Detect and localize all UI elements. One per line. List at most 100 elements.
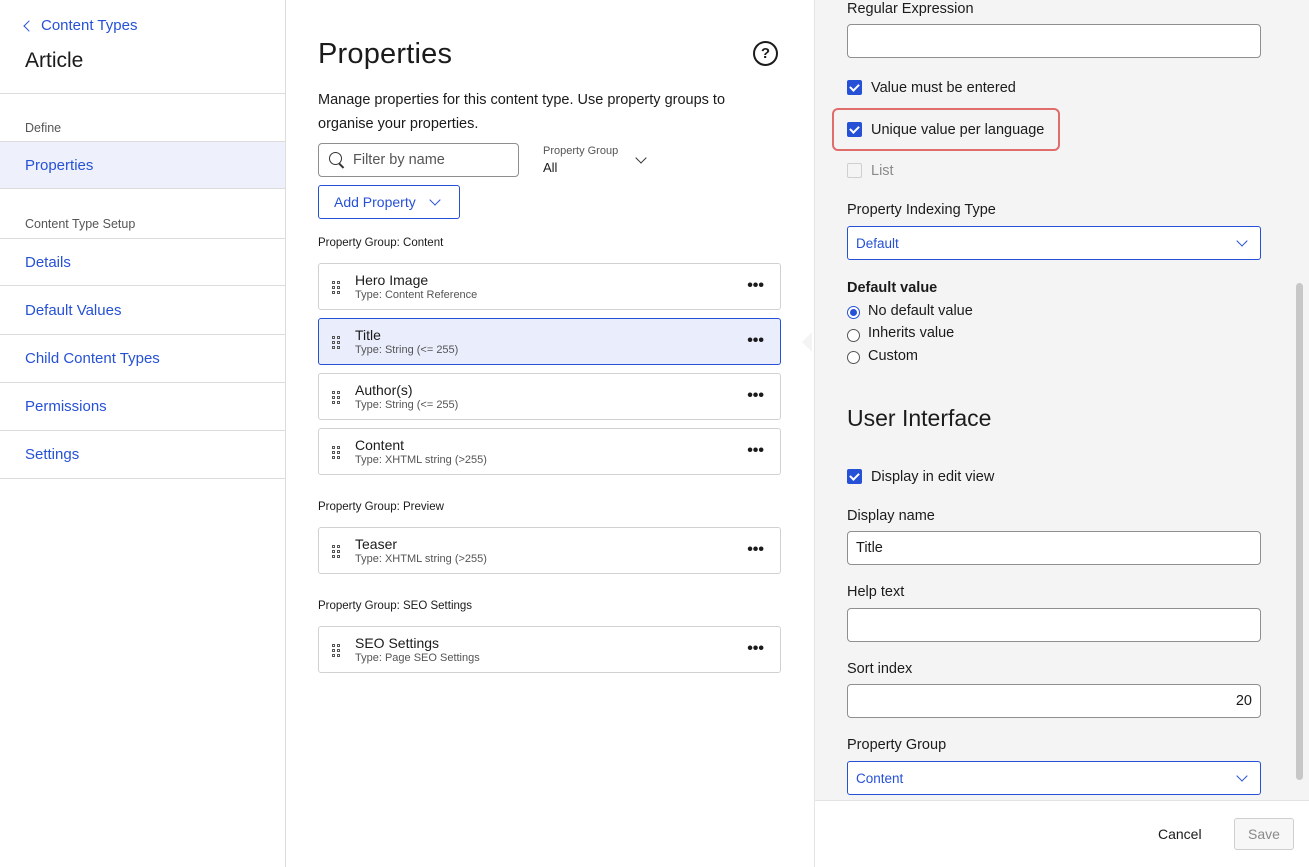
indexing-type-label: Property Indexing Type — [847, 202, 996, 218]
value-required-label: Value must be entered — [871, 80, 1016, 96]
radio-label: No default value — [868, 303, 973, 319]
ellipsis-icon[interactable]: ••• — [747, 278, 764, 294]
property-type: Type: Page SEO Settings — [355, 652, 480, 664]
filter-by-name-input[interactable] — [353, 152, 503, 168]
property-type: Type: String (<= 255) — [355, 399, 459, 411]
property-group-filter-select[interactable]: Property Group All — [543, 145, 653, 179]
property-group-select[interactable]: Content — [847, 761, 1261, 795]
regex-input[interactable] — [847, 24, 1261, 58]
selection-pointer — [802, 332, 812, 352]
drag-handle-icon[interactable] — [332, 281, 342, 294]
sidebar-item-label: Details — [25, 253, 71, 271]
property-type: Type: XHTML string (>255) — [355, 553, 487, 565]
section-label-define: Define — [25, 121, 62, 135]
save-button[interactable]: Save — [1234, 818, 1294, 850]
sort-index-input[interactable] — [847, 684, 1261, 718]
sidebar-item-settings[interactable]: Settings — [0, 431, 285, 479]
display-in-edit-view-label: Display in edit view — [871, 469, 995, 485]
panel-scrollbar[interactable] — [1296, 283, 1303, 780]
sidebar-item-properties[interactable]: Properties — [0, 141, 285, 189]
display-name-label: Display name — [847, 508, 935, 524]
drag-handle-icon[interactable] — [332, 545, 342, 558]
property-group-value: Content — [856, 770, 904, 786]
chevron-down-icon — [429, 194, 441, 206]
ellipsis-icon[interactable]: ••• — [747, 542, 764, 558]
value-required-checkbox[interactable] — [847, 80, 862, 95]
property-group-filter-value: All — [543, 160, 558, 175]
search-icon — [329, 152, 345, 168]
property-card-hero-image[interactable]: Hero Image Type: Content Reference ••• — [318, 263, 781, 310]
group-label-seo-settings: Property Group: SEO Settings — [318, 600, 473, 612]
sidebar-item-label: Properties — [25, 156, 94, 174]
drag-handle-icon[interactable] — [332, 391, 342, 404]
radio-no-default-value[interactable] — [847, 306, 860, 319]
radio-label: Custom — [868, 348, 918, 364]
indexing-type-select[interactable]: Default — [847, 226, 1261, 260]
panel-footer: Cancel Save — [815, 800, 1309, 867]
unique-per-language-label: Unique value per language — [871, 122, 1045, 138]
ellipsis-icon[interactable]: ••• — [747, 388, 764, 404]
properties-main: Properties ? Manage properties for this … — [287, 0, 814, 867]
drag-handle-icon[interactable] — [332, 644, 342, 657]
add-property-button[interactable]: Add Property — [318, 185, 460, 219]
sidebar-item-label: Settings — [25, 446, 80, 463]
section-label-content-type-setup: Content Type Setup — [25, 217, 136, 231]
content-type-title: Article — [25, 49, 84, 72]
property-card-seo-settings[interactable]: SEO Settings Type: Page SEO Settings ••• — [318, 626, 781, 673]
sidebar-item-details[interactable]: Details — [0, 238, 285, 286]
property-name: SEO Settings — [355, 635, 440, 651]
page-title: Properties — [318, 38, 453, 70]
property-card-teaser[interactable]: Teaser Type: XHTML string (>255) ••• — [318, 527, 781, 574]
chevron-down-icon — [1236, 235, 1248, 247]
ellipsis-icon[interactable]: ••• — [747, 443, 764, 459]
help-text-label: Help text — [847, 584, 905, 600]
property-type: Type: String (<= 255) — [355, 344, 459, 356]
add-property-label: Add Property — [334, 194, 416, 210]
unique-per-language-checkbox[interactable] — [847, 122, 862, 137]
property-type: Type: Content Reference — [355, 289, 478, 301]
page-description: Manage properties for this content type.… — [318, 92, 726, 132]
sidebar-item-default-values[interactable]: Default Values — [0, 287, 285, 335]
property-group-label: Property Group — [847, 737, 947, 753]
chevron-left-icon — [23, 19, 35, 32]
display-in-edit-view-checkbox[interactable] — [847, 469, 862, 484]
property-name: Content — [355, 437, 405, 453]
sort-index-label: Sort index — [847, 661, 913, 677]
user-interface-title: User Interface — [847, 405, 992, 431]
radio-inherits-value[interactable] — [847, 329, 860, 342]
display-name-input[interactable] — [847, 531, 1261, 565]
indexing-type-value: Default — [856, 235, 899, 251]
property-edit-panel: Regular Expression Value must be entered… — [814, 0, 1309, 867]
help-text-input[interactable] — [847, 608, 1261, 642]
default-value-label: Default value — [847, 280, 938, 296]
property-card-content[interactable]: Content Type: XHTML string (>255) ••• — [318, 428, 781, 475]
ellipsis-icon[interactable]: ••• — [747, 333, 764, 349]
drag-handle-icon[interactable] — [332, 446, 342, 459]
ellipsis-icon[interactable]: ••• — [747, 641, 764, 657]
property-card-authors[interactable]: Author(s) Type: String (<= 255) ••• — [318, 373, 781, 420]
question-mark-circle-icon[interactable]: ? — [753, 41, 778, 66]
filter-box — [318, 143, 519, 177]
sidebar-item-child-content-types[interactable]: Child Content Types — [0, 335, 285, 383]
chevron-down-icon — [1236, 770, 1248, 782]
property-name: Teaser — [355, 536, 398, 552]
divider — [0, 93, 285, 94]
radio-custom[interactable] — [847, 351, 860, 364]
property-type: Type: XHTML string (>255) — [355, 454, 487, 466]
cancel-button[interactable]: Cancel — [1158, 826, 1202, 842]
drag-handle-icon[interactable] — [332, 336, 342, 349]
group-label-content: Property Group: Content — [318, 237, 444, 249]
property-name: Hero Image — [355, 272, 429, 288]
back-to-content-types-link[interactable]: Content Types — [23, 17, 137, 34]
property-name: Author(s) — [355, 382, 413, 398]
list-checkbox[interactable] — [847, 163, 862, 178]
sidebar-item-label: Permissions — [25, 398, 107, 415]
sidebar: Content Types Article Define Properties … — [0, 0, 286, 867]
sidebar-item-label: Default Values — [25, 302, 122, 319]
property-card-title[interactable]: Title Type: String (<= 255) ••• — [318, 318, 781, 365]
sidebar-item-permissions[interactable]: Permissions — [0, 383, 285, 431]
radio-label: Inherits value — [868, 325, 955, 341]
group-label-preview: Property Group: Preview — [318, 501, 444, 513]
regex-label: Regular Expression — [847, 1, 974, 17]
list-label: List — [871, 163, 894, 179]
